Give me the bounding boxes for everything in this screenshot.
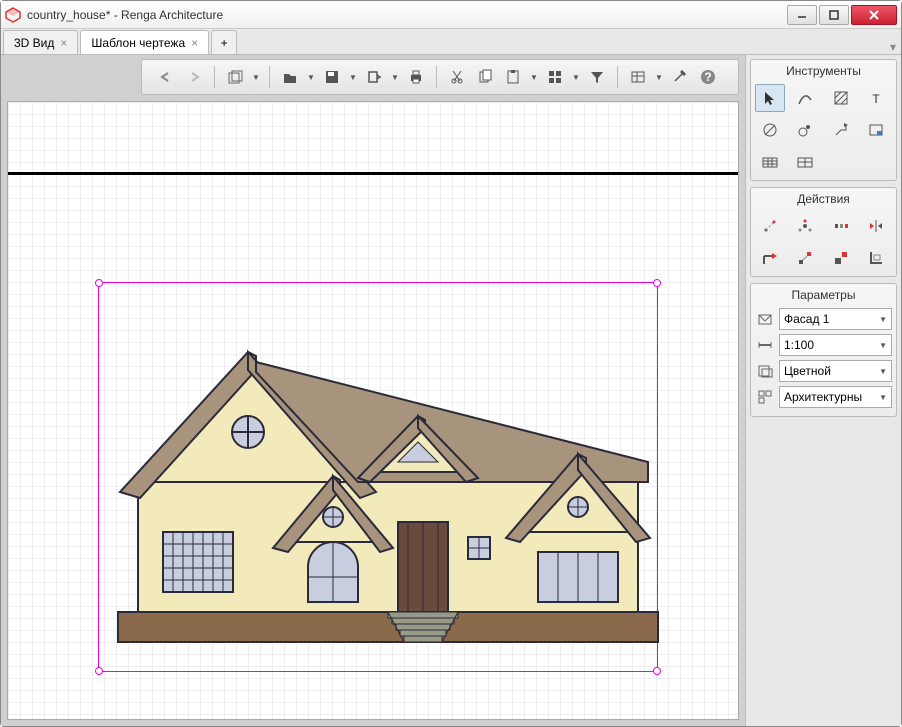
separator [436,66,437,88]
actions-panel: Действия [750,187,897,277]
tab-overflow-icon[interactable]: ▾ [885,40,901,54]
scale-action[interactable] [826,244,856,272]
layers-button[interactable] [543,65,567,89]
selection-handle[interactable] [95,279,103,287]
scale-combo[interactable]: 1:100 ▼ [779,334,892,356]
dropdown-icon[interactable]: ▼ [390,73,400,82]
selection-handle[interactable] [95,667,103,675]
window-titlebar: country_house* - Renga Architecture [1,1,901,29]
combo-value: 1:100 [784,338,814,352]
settings-button[interactable] [668,65,692,89]
separator [269,66,270,88]
section-tool[interactable] [826,116,856,144]
type-icon [755,387,775,407]
mirror-action[interactable] [861,212,891,240]
param-type: Архитектурны ▼ [755,386,892,408]
copy-button[interactable] [473,65,497,89]
house-drawing [108,302,668,662]
paste-button[interactable] [501,65,525,89]
hatch-tool[interactable] [826,84,856,112]
param-view: Фасад 1 ▼ [755,308,892,330]
move-action[interactable] [755,212,785,240]
tab-close-icon[interactable]: × [191,36,198,50]
scale-icon [755,335,775,355]
undo-button[interactable] [154,65,178,89]
separator [617,66,618,88]
close-button[interactable] [851,5,897,25]
tab-label: 3D Вид [14,36,54,50]
panel-title: Действия [755,192,892,206]
dropdown-icon[interactable]: ▼ [529,73,539,82]
tab-3d-view[interactable]: 3D Вид × [3,30,78,54]
tables-button[interactable] [626,65,650,89]
print-button[interactable] [404,65,428,89]
selection-handle[interactable] [653,279,661,287]
dropdown-icon[interactable]: ▼ [654,73,664,82]
text-tool[interactable]: T [861,84,891,112]
right-panel: Инструменты T Действия [745,55,901,726]
sheet-tool[interactable] [861,116,891,144]
save-button[interactable] [320,65,344,89]
svg-text:T: T [872,92,880,106]
section-button[interactable] [223,65,247,89]
tab-add-button[interactable]: + [211,30,237,54]
chevron-down-icon: ▼ [879,315,887,324]
parameters-panel: Параметры Фасад 1 ▼ 1:100 ▼ Цветной ▼ Архит… [750,283,897,417]
select-tool[interactable] [755,84,785,112]
app-icon [5,7,21,23]
combo-value: Цветной [784,364,831,378]
dropdown-icon[interactable]: ▼ [348,73,358,82]
view-combo[interactable]: Фасад 1 ▼ [779,308,892,330]
main-toolbar: ▼ ▼ ▼ ▼ ▼ ▼ ▼ ? [141,59,739,95]
style-combo[interactable]: Цветной ▼ [779,360,892,382]
instruments-panel: Инструменты T [750,59,897,181]
align-action[interactable] [861,244,891,272]
tab-close-icon[interactable]: × [60,36,67,50]
help-button[interactable]: ? [696,65,720,89]
chevron-down-icon: ▼ [879,341,887,350]
rotate-action[interactable] [790,212,820,240]
schedule-tool[interactable] [790,148,820,176]
cut-button[interactable] [445,65,469,89]
combo-value: Фасад 1 [784,312,829,326]
param-scale: 1:100 ▼ [755,334,892,356]
svg-text:?: ? [704,70,711,84]
dropdown-icon[interactable]: ▼ [251,73,261,82]
horizontal-divider [8,172,738,175]
drawing-canvas[interactable] [7,101,739,720]
open-button[interactable] [278,65,302,89]
type-combo[interactable]: Архитектурны ▼ [779,386,892,408]
selection-handle[interactable] [653,667,661,675]
stretch-action[interactable] [790,244,820,272]
dropdown-icon[interactable]: ▼ [571,73,581,82]
export-button[interactable] [362,65,386,89]
trim-action[interactable] [755,244,785,272]
redo-button[interactable] [182,65,206,89]
separator [214,66,215,88]
chevron-down-icon: ▼ [879,367,887,376]
window-title: country_house* - Renga Architecture [27,8,785,22]
dropdown-icon[interactable]: ▼ [306,73,316,82]
dimension-tool[interactable] [755,116,785,144]
maximize-button[interactable] [819,5,849,25]
filter-button[interactable] [585,65,609,89]
style-icon [755,361,775,381]
tab-drawing-template[interactable]: Шаблон чертежа × [80,30,209,54]
panel-title: Параметры [755,288,892,302]
array-action[interactable] [826,212,856,240]
view-icon [755,309,775,329]
param-style: Цветной ▼ [755,360,892,382]
panel-title: Инструменты [755,64,892,78]
line-tool[interactable] [790,84,820,112]
document-tabbar: 3D Вид × Шаблон чертежа × + ▾ [1,29,901,55]
workspace: ▼ ▼ ▼ ▼ ▼ ▼ ▼ ? [1,55,745,726]
chevron-down-icon: ▼ [879,393,887,402]
axis-tool[interactable] [790,116,820,144]
tab-label: Шаблон чертежа [91,36,185,50]
combo-value: Архитектурны [784,390,862,404]
minimize-button[interactable] [787,5,817,25]
table-tool[interactable] [755,148,785,176]
